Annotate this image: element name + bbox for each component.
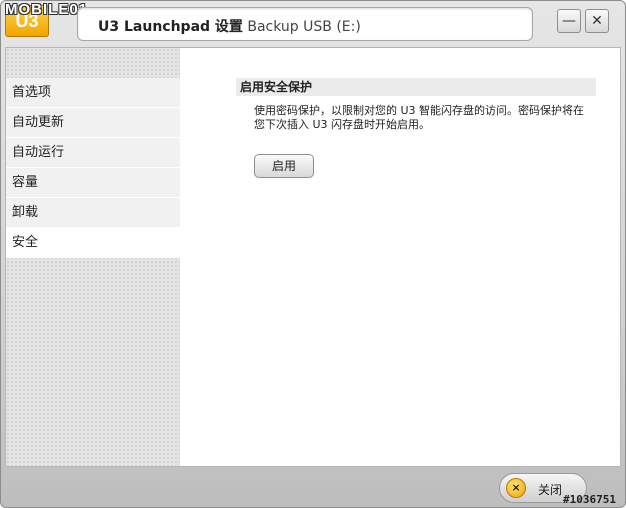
sidebar-item-uninstall[interactable]: 卸载 bbox=[6, 198, 180, 228]
window-close-button[interactable]: ✕ bbox=[585, 9, 609, 33]
title-bar: U3 MOBILE01 U3 Launchpad 设置 Backup USB (… bbox=[1, 1, 625, 47]
close-button-label: 关闭 bbox=[538, 483, 563, 497]
enable-security-button[interactable]: 启用 bbox=[254, 154, 314, 178]
window-title: U3 Launchpad 设置 Backup USB (E:) bbox=[98, 16, 361, 36]
app-title: U3 Launchpad 设置 bbox=[98, 19, 243, 35]
minimize-button[interactable]: — bbox=[557, 9, 581, 33]
sidebar-item-capacity[interactable]: 容量 bbox=[6, 168, 180, 198]
settings-window: U3 MOBILE01 U3 Launchpad 设置 Backup USB (… bbox=[0, 0, 626, 508]
sidebar-item-auto-update[interactable]: 自动更新 bbox=[6, 108, 180, 138]
sidebar-nav: 首选项 自动更新 自动运行 容量 卸载 安全 bbox=[6, 78, 180, 258]
device-title: Backup USB (E:) bbox=[247, 19, 361, 35]
sidebar-item-security[interactable]: 安全 bbox=[6, 228, 180, 258]
section-description: 使用密码保护，以限制对您的 U3 智能闪存盘的访问。密码保护将在您下次插入 U3… bbox=[254, 104, 585, 131]
sidebar-item-autorun[interactable]: 自动运行 bbox=[6, 138, 180, 168]
sidebar: 首选项 自动更新 自动运行 容量 卸载 安全 bbox=[6, 48, 180, 466]
title-field: U3 Launchpad 设置 Backup USB (E:) bbox=[77, 7, 533, 41]
content-frame: 首选项 自动更新 自动运行 容量 卸载 安全 启用安全保护 使用密码保护，以限制… bbox=[5, 47, 621, 467]
security-panel: 启用安全保护 使用密码保护，以限制对您的 U3 智能闪存盘的访问。密码保护将在您… bbox=[180, 48, 620, 466]
close-icon: × bbox=[506, 478, 526, 498]
watermark-bottom: #1036751 bbox=[563, 493, 616, 506]
section-heading: 启用安全保护 bbox=[236, 78, 596, 96]
sidebar-item-preferences[interactable]: 首选项 bbox=[6, 78, 180, 108]
